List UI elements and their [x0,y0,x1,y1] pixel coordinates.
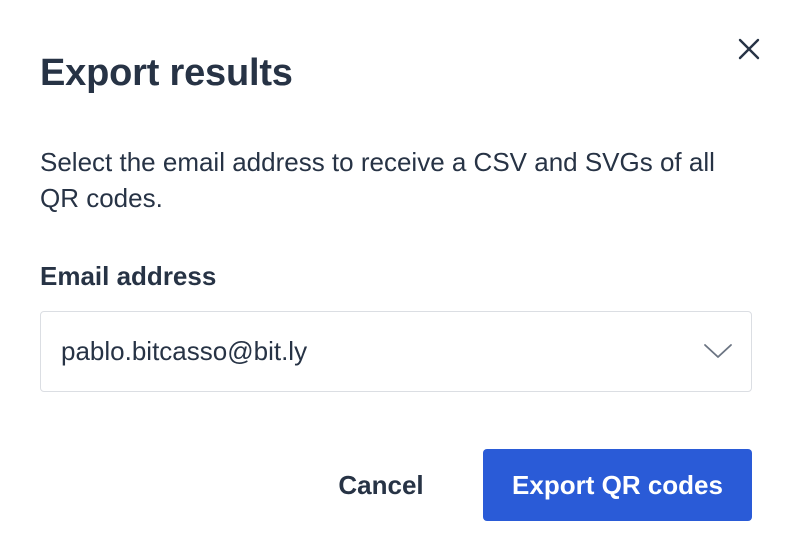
email-select[interactable]: pablo.bitcasso@bit.ly [40,311,752,392]
dialog-description: Select the email address to receive a CS… [40,147,715,213]
dialog-title: Export results [40,52,293,94]
email-select-value: pablo.bitcasso@bit.ly [61,336,308,366]
email-field-label: Email address [40,261,217,291]
close-button[interactable] [730,30,768,68]
close-icon [738,38,760,60]
cancel-button[interactable]: Cancel [318,449,444,521]
export-results-dialog: Export results Select the email address … [0,0,804,554]
chevron-down-icon [703,339,733,363]
export-qr-codes-button[interactable]: Export QR codes [483,449,752,521]
